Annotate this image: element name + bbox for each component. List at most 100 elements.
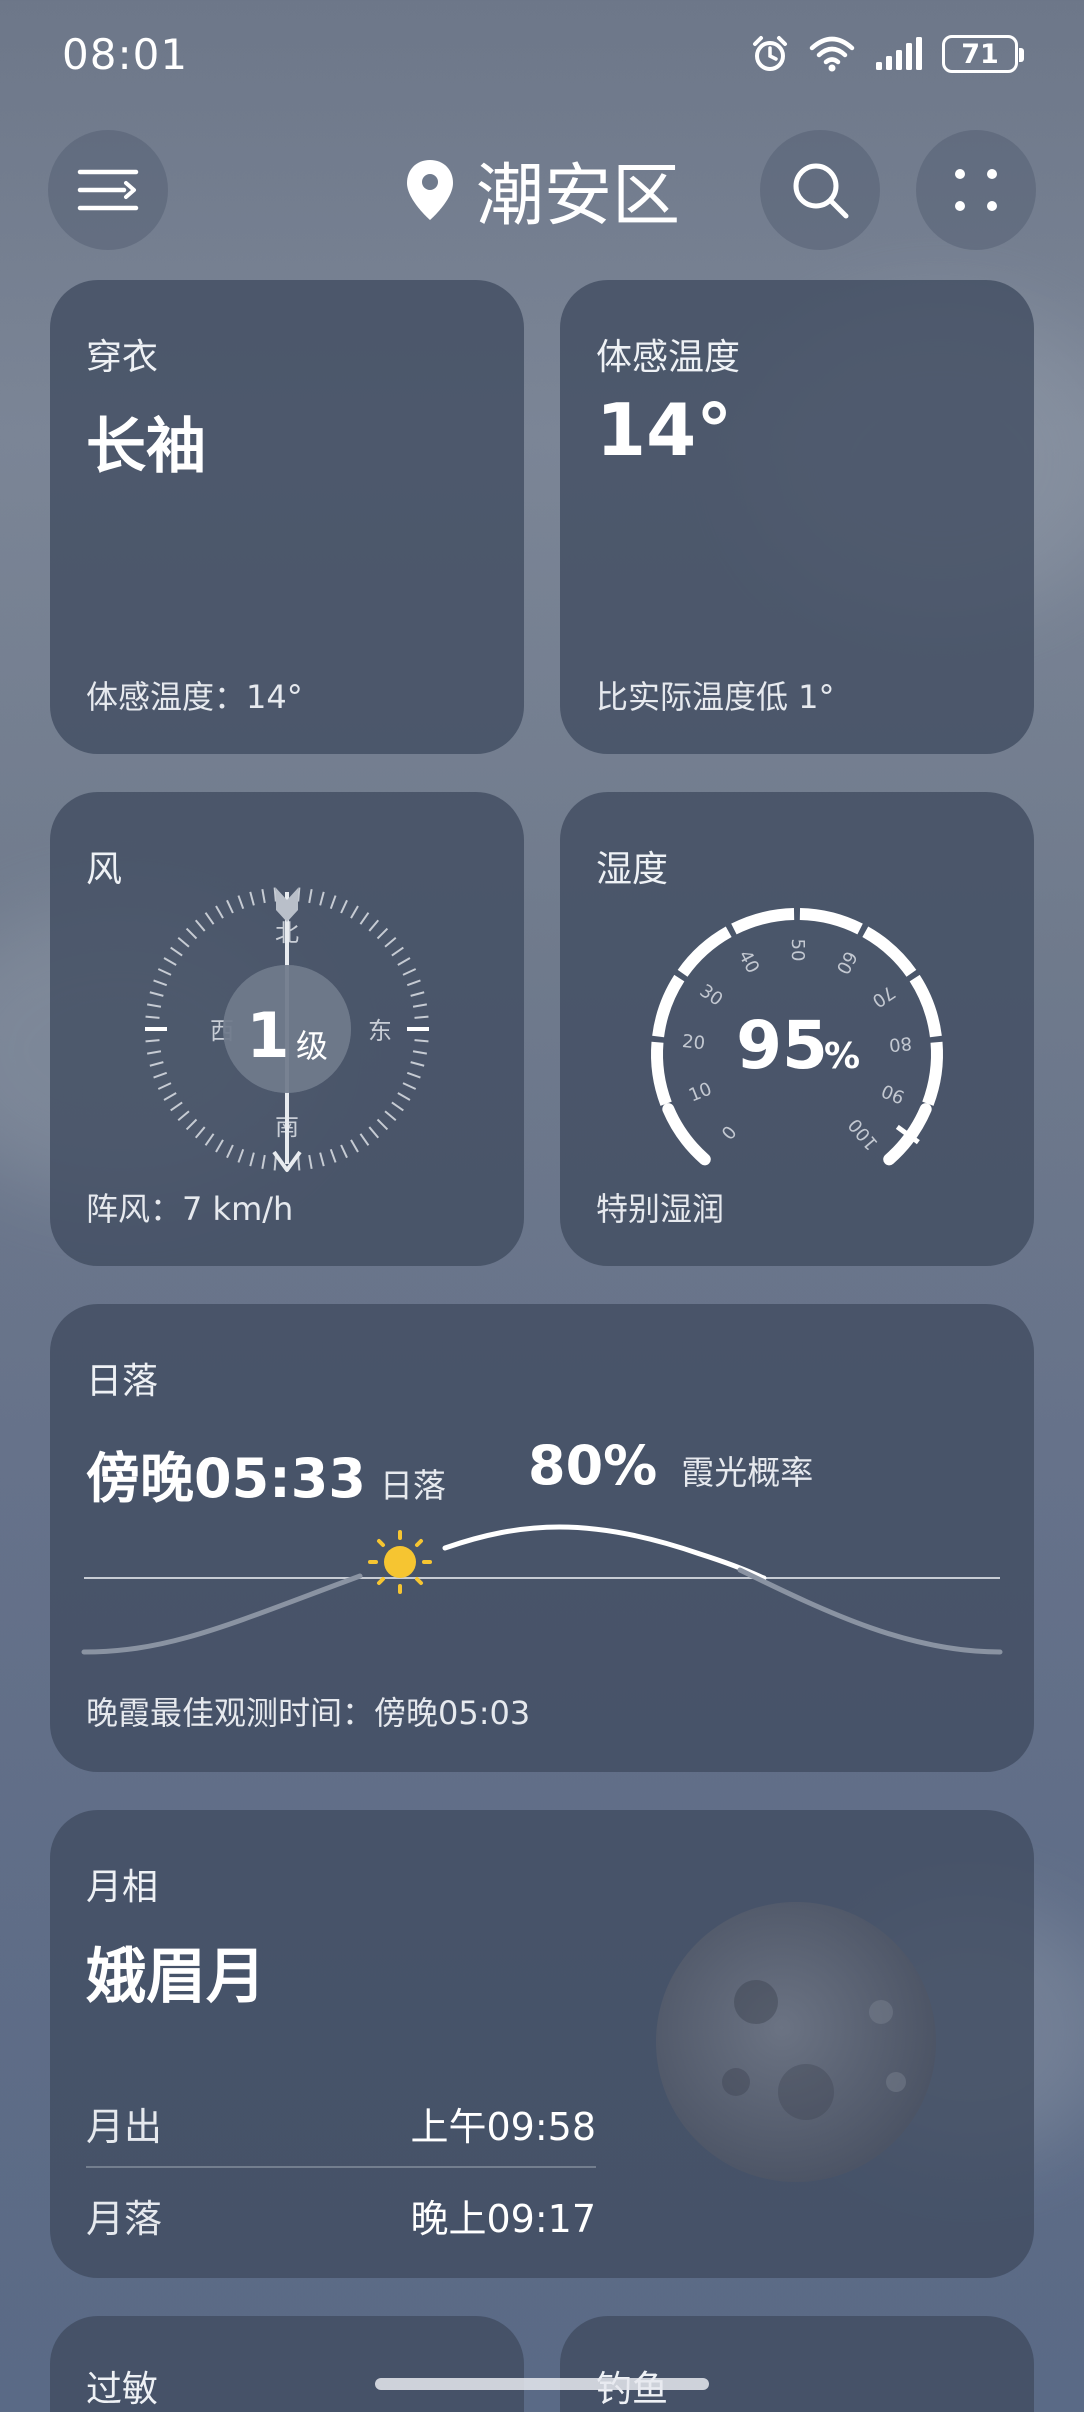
compass-tick — [402, 1082, 417, 1090]
status-bar: 08:01 71 — [0, 0, 1084, 110]
compass-tick — [185, 927, 198, 940]
search-button[interactable] — [760, 130, 880, 250]
compass-tick — [391, 946, 404, 957]
compass-tick — [319, 1152, 325, 1167]
compass-tick — [376, 1118, 389, 1131]
gauge-tick-label: 90 — [879, 1079, 908, 1107]
compass-tick — [410, 991, 425, 997]
gauge-tick-label: 70 — [868, 981, 899, 1011]
allergy-card[interactable]: 过敏 — [50, 2316, 524, 2412]
divider — [86, 2166, 596, 2168]
wind-footer: 阵风：7 km/h — [86, 1190, 294, 1228]
card-label: 体感温度 — [596, 337, 741, 378]
compass-tick — [273, 887, 277, 902]
compass-tick — [204, 912, 215, 925]
gauge-segment — [662, 1103, 711, 1166]
card-label: 月相 — [86, 1867, 159, 1908]
compass-tick — [194, 1126, 206, 1139]
moonset-label: 月落 — [86, 2197, 163, 2241]
feels-like-card[interactable]: 体感温度 14° 比实际温度低 1° — [560, 280, 1034, 754]
gauge-tick-label: 0 — [718, 1122, 741, 1144]
compass-tick — [414, 1015, 429, 1019]
wifi-icon — [809, 36, 855, 72]
compass-tick — [384, 936, 397, 948]
compass-tick — [249, 1152, 255, 1167]
compass-tick — [146, 1003, 162, 1008]
glow-prob-label: 霞光概率 — [681, 1453, 814, 1492]
compass-tick — [194, 919, 206, 932]
compass-tick — [368, 1126, 380, 1139]
compass-tick — [319, 891, 325, 906]
clothing-value: 长袖 — [86, 412, 206, 482]
compass-tick — [273, 1156, 277, 1171]
clothing-footer: 体感温度：14° — [86, 678, 303, 716]
humidity-unit: % — [824, 1036, 860, 1077]
more-button[interactable] — [916, 130, 1036, 250]
compass-tick — [204, 1133, 215, 1146]
sun-icon — [368, 1530, 432, 1594]
compass-tick — [340, 1144, 348, 1159]
compass-tick — [368, 919, 380, 932]
gauge-segment — [731, 908, 795, 935]
compass-tick — [170, 946, 183, 957]
sunset-time: 傍晚05:33 — [86, 1447, 366, 1510]
compass-east: 东 — [368, 1017, 392, 1045]
compass-tick — [402, 968, 417, 976]
compass-tick — [359, 912, 370, 925]
feels-like-footer: 比实际温度低 1° — [596, 678, 835, 716]
compass-tick — [185, 1118, 198, 1131]
gauge-tick-label: 60 — [832, 947, 861, 977]
signal-icon — [876, 37, 922, 70]
compass-tick — [163, 957, 177, 966]
moon-card[interactable]: 月相 娥眉月 月出 上午09:58 月落 晚上09:17 — [50, 1810, 1034, 2278]
compass-tick — [146, 1050, 162, 1055]
compass-tick — [145, 1039, 160, 1043]
compass-tick — [157, 1082, 172, 1090]
wind-card[interactable]: 风 西 东 北 南 1 级 阵风：7 km/h — [50, 792, 524, 1266]
sunset-card[interactable]: 日落 傍晚05:33 日落 80% 霞光概率 晚霞最佳观测时间：傍晚05:03 — [50, 1304, 1034, 1772]
glow-prob-row: 80% 霞光概率 — [528, 1434, 813, 1497]
compass-tick — [340, 899, 348, 914]
compass-tick — [145, 1015, 160, 1019]
moon-phase: 娥眉月 — [86, 1942, 266, 2012]
gauge-segment — [651, 1041, 672, 1106]
search-icon — [793, 163, 849, 219]
gauge-segment — [909, 974, 942, 1038]
status-time: 08:01 — [62, 30, 189, 79]
compass-tick — [308, 1154, 313, 1170]
compass-tick — [261, 888, 266, 904]
compass-tick — [261, 1154, 266, 1170]
compass-tick — [359, 1133, 370, 1146]
sunset-time-label: 日落 — [379, 1466, 446, 1505]
compass-tick — [170, 1101, 183, 1112]
gauge-tick-label: 20 — [681, 1031, 706, 1054]
location-pin-icon — [406, 159, 453, 220]
compass-tick — [414, 1039, 429, 1043]
compass-tick — [384, 1110, 397, 1122]
gauge-tick-label: 40 — [734, 947, 763, 977]
compass-tick — [376, 927, 389, 940]
compass-tick — [149, 991, 164, 997]
gauge-segment — [862, 926, 917, 977]
compass-tick — [297, 887, 301, 902]
compass-tick — [412, 1003, 428, 1008]
feels-like-value: 14° — [596, 388, 733, 472]
humidity-value: 95 — [736, 1007, 828, 1084]
humidity-card[interactable]: 湿度 0 10 20 30 40 50 60 70 80 90 100 95 % 特别湿润 — [560, 792, 1034, 1266]
compass-tick — [163, 1092, 177, 1101]
home-indicator[interactable] — [375, 2378, 709, 2390]
compass-tick — [237, 1148, 245, 1163]
fishing-card[interactable]: 钓鱼 — [560, 2316, 1034, 2412]
compass-tick — [149, 1061, 164, 1067]
compass-tick — [350, 1139, 359, 1153]
compass-tick — [153, 1071, 168, 1079]
clothing-card[interactable]: 穿衣 长袖 体感温度：14° — [50, 280, 524, 754]
compass-tick — [397, 1092, 411, 1101]
compass-tick — [237, 895, 245, 910]
moon-icon — [656, 1902, 936, 2182]
compass-tick — [329, 1148, 337, 1163]
compass-tick — [215, 1139, 224, 1153]
card-label: 过敏 — [86, 2369, 159, 2410]
wind-level: 1 — [246, 999, 289, 1072]
compass-tick — [397, 957, 411, 966]
